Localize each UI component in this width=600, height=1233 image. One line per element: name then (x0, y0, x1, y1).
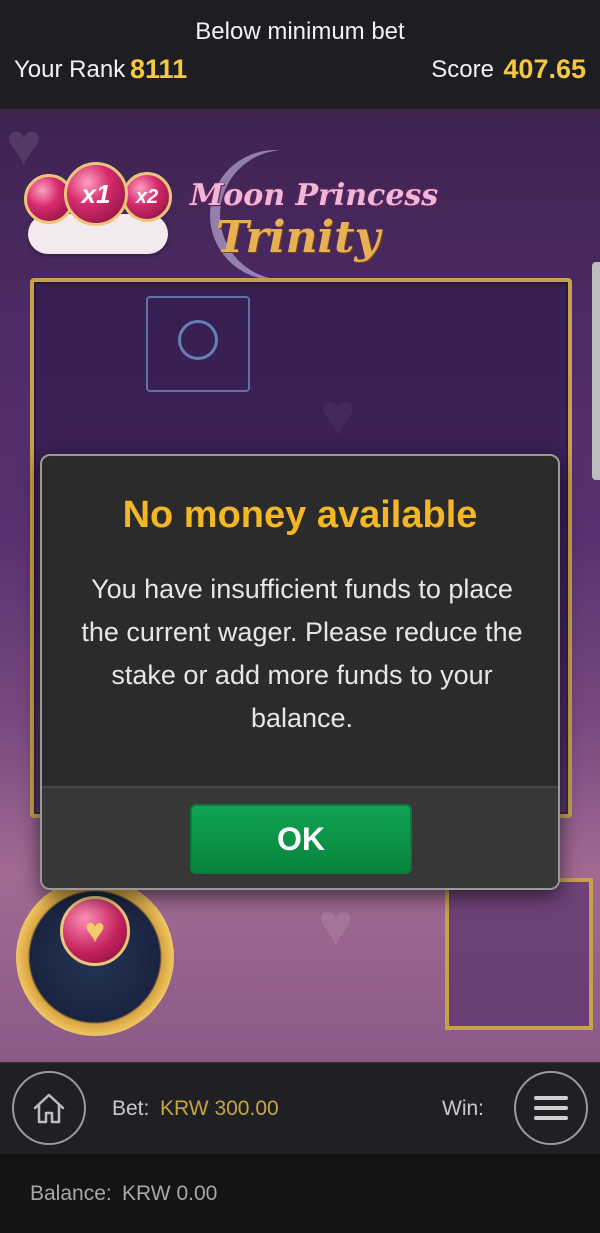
heart-icon: ♥ (60, 896, 130, 966)
min-bet-notice: Below minimum bet (195, 18, 405, 45)
home-button[interactable] (12, 1071, 86, 1145)
dialog-footer: OK (42, 786, 558, 888)
logo-title-line1: Moon Princess (190, 178, 439, 213)
scroll-handle[interactable] (592, 262, 600, 480)
top-status-bar: Below minimum bet Your Rank 8111 Score 4… (0, 0, 600, 110)
menu-button[interactable] (514, 1071, 588, 1145)
home-icon (33, 1093, 65, 1124)
balance-bar: Balance: KRW 0.00 (0, 1154, 600, 1233)
score-label: Score (431, 56, 494, 83)
bet-value: KRW 300.00 (160, 1097, 279, 1120)
control-bar: Bet: KRW 300.00 Win: (0, 1062, 600, 1154)
rank-value: 8111 (130, 54, 188, 84)
bet-label: Bet: (112, 1097, 150, 1120)
logo-title-line2: Trinity (216, 212, 381, 263)
side-feature-box (445, 878, 593, 1030)
no-money-dialog: No money available You have insufficient… (40, 454, 560, 890)
multiplier-orb-x2: x2 (122, 172, 172, 222)
multiplier-display: x2 x1 (24, 162, 174, 262)
dialog-title: No money available (122, 494, 478, 536)
rank-label: Your Rank (14, 56, 126, 83)
reel-cell (146, 296, 250, 392)
moon-symbol-icon (178, 320, 218, 360)
dialog-message: You have insufficient funds to place the… (81, 574, 523, 733)
ok-button[interactable]: OK (190, 804, 412, 874)
game-logo: Moon Princess Trinity (180, 150, 438, 280)
multiplier-orb-x1: x1 (64, 162, 128, 226)
heart-decoration-icon: ♥ (318, 891, 354, 958)
score-value: 407.65 (503, 54, 586, 84)
heart-emblem: ♥ (16, 870, 174, 1046)
menu-icon (534, 1096, 568, 1120)
balance-label: Balance: (30, 1182, 112, 1205)
balance-value: KRW 0.00 (122, 1182, 218, 1205)
win-label: Win: (442, 1097, 484, 1120)
